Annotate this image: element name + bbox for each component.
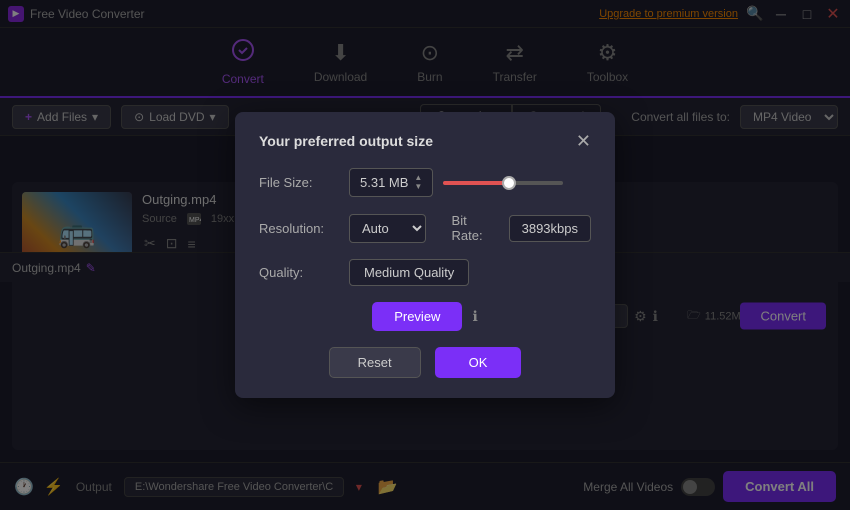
resolution-label: Resolution: (259, 221, 339, 236)
preview-button[interactable]: Preview (372, 302, 462, 331)
file-size-label: File Size: (259, 175, 339, 190)
modal-dialog: Your preferred output size ✕ File Size: … (235, 112, 615, 398)
ok-button[interactable]: OK (435, 347, 522, 378)
quality-label: Quality: (259, 265, 339, 280)
file-size-value-box: 5.31 MB ▲ ▼ (349, 168, 433, 197)
modal-header: Your preferred output size ✕ (259, 132, 591, 150)
modal-close-button[interactable]: ✕ (576, 132, 591, 150)
quality-value: Medium Quality (349, 259, 469, 286)
bitrate-value: 3893kbps (509, 215, 591, 242)
quality-row: Quality: Medium Quality (259, 259, 591, 286)
modal-title: Your preferred output size (259, 133, 433, 149)
modal-footer: Reset OK (259, 347, 591, 378)
resolution-bitrate-row: Resolution: Auto 1080p 720p 480p Bit Rat… (259, 213, 591, 243)
file-size-slider[interactable] (443, 181, 563, 185)
preview-info-icon[interactable]: ℹ (472, 308, 477, 325)
file-size-slider-container (443, 181, 591, 185)
modal-overlay: Your preferred output size ✕ File Size: … (0, 0, 850, 510)
file-size-row: File Size: 5.31 MB ▲ ▼ (259, 168, 591, 197)
file-size-spinner[interactable]: ▲ ▼ (414, 174, 422, 191)
preview-row: Preview ℹ (259, 302, 591, 331)
file-size-value: 5.31 MB (360, 175, 408, 190)
resolution-select[interactable]: Auto 1080p 720p 480p (349, 214, 426, 243)
bitrate-label: Bit Rate: (452, 213, 499, 243)
reset-button[interactable]: Reset (329, 347, 421, 378)
